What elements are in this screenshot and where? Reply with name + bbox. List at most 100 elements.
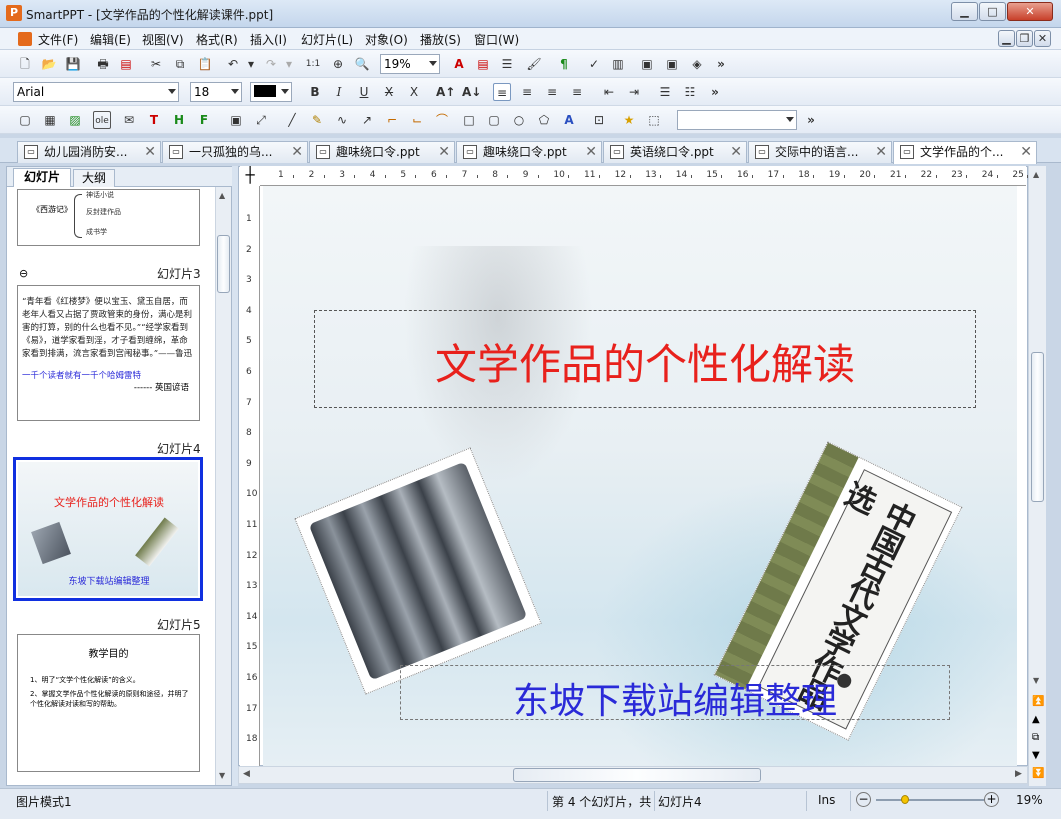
outdent-icon[interactable]: ⇤ [600, 83, 618, 101]
font-select[interactable]: Arial [13, 82, 179, 102]
envelope-icon[interactable]: ✉ [120, 111, 138, 129]
title-placeholder[interactable]: 文学作品的个性化解读 [314, 310, 976, 408]
toolbar-more-icon[interactable]: » [802, 111, 820, 129]
cut-icon[interactable]: ✂ [147, 55, 165, 73]
scroll-left-icon[interactable]: ◀ [243, 769, 250, 779]
open-folder-icon[interactable]: 📂 [40, 55, 58, 73]
align-right-icon[interactable]: ≡ [543, 83, 561, 101]
bullet-list-icon[interactable]: ☰ [656, 83, 674, 101]
zoom-select[interactable]: 19% [380, 54, 440, 74]
group-icon[interactable]: ⊡ [590, 111, 608, 129]
paste-icon[interactable]: 📋 [196, 55, 214, 73]
last-slide-icon[interactable]: ⏬ [1032, 768, 1044, 779]
doc-tab-2[interactable]: ▭ 一只孤独的乌... ✕ [162, 141, 308, 163]
underline-button[interactable]: U [355, 83, 373, 101]
scroll-thumb[interactable] [1031, 352, 1044, 502]
undo-icon[interactable]: ↶ [224, 55, 242, 73]
line-icon[interactable]: ╱ [283, 111, 301, 129]
close-tab-icon[interactable]: ✕ [1020, 142, 1032, 162]
ellipse-icon[interactable]: ○ [510, 111, 528, 129]
font-size-select[interactable]: 18 [190, 82, 242, 102]
mdi-close-button[interactable]: ✕ [1034, 30, 1051, 47]
grow-font-icon[interactable]: A↑ [436, 83, 455, 101]
menu-file[interactable]: 文件(F) [38, 31, 78, 48]
star-icon[interactable]: ★ [620, 111, 638, 129]
connector-icon[interactable]: ⌐ [383, 111, 401, 129]
bold-button[interactable]: B [306, 83, 324, 101]
next-slide-icon[interactable]: ▼ [1032, 750, 1040, 761]
mdi-minimize-button[interactable]: ▁ [998, 30, 1015, 47]
redo-dropdown-icon[interactable]: ▾ [284, 55, 294, 73]
menu-play[interactable]: 播放(S) [420, 31, 461, 48]
tab-outline[interactable]: 大纲 [73, 169, 115, 187]
save-icon[interactable]: 💾 [64, 55, 82, 73]
toolbar-more-icon[interactable]: » [706, 83, 724, 101]
strikethrough-button[interactable]: X [380, 83, 398, 101]
doc-tab-5[interactable]: ▭ 英语绕口令.ppt ✕ [603, 141, 747, 163]
select-object-icon[interactable]: ⬚ [645, 111, 663, 129]
menu-object[interactable]: 对象(O) [365, 31, 408, 48]
text-box-icon[interactable]: A [450, 55, 468, 73]
page-icon[interactable]: ▣ [663, 55, 681, 73]
picture-icon[interactable]: ▨ [66, 111, 84, 129]
previous-slide-icon[interactable]: ▲ [1032, 714, 1040, 725]
slide-thumbnail-3[interactable]: “青年看《红楼梦》便以宝玉、黛玉自居，而老年人看又占据了贾政管束的身份，满心是利… [17, 285, 200, 421]
first-slide-icon[interactable]: ⏫ [1032, 696, 1044, 707]
justify-icon[interactable]: ≡ [568, 83, 586, 101]
italic-button[interactable]: I [330, 83, 348, 101]
close-tab-icon[interactable]: ✕ [730, 142, 742, 162]
align-left-icon[interactable]: ≡ [493, 83, 511, 101]
slide-thumbnail-4-selected[interactable]: 文学作品的个性化解读 东坡下载站编辑整理 [13, 457, 203, 601]
chart-icon[interactable]: ▥ [609, 55, 627, 73]
menu-format[interactable]: 格式(R) [196, 31, 238, 48]
editor-horizontal-scrollbar[interactable]: ◀ ▶ [238, 766, 1028, 784]
paragraph-marks-icon[interactable]: ¶ [555, 55, 573, 73]
scroll-up-icon[interactable]: ▲ [219, 191, 225, 200]
editor-vertical-scrollbar[interactable]: ▲ ▼ ⏫ ▲ ⧉ ▼ ⏬ [1028, 166, 1046, 786]
numbered-list-icon[interactable]: ☷ [681, 83, 699, 101]
text-frame-icon[interactable]: T [145, 111, 163, 129]
color-select[interactable] [250, 82, 292, 102]
scroll-thumb[interactable] [217, 235, 230, 293]
toolbar-more-icon[interactable]: » [712, 55, 730, 73]
close-tab-icon[interactable]: ✕ [585, 142, 597, 162]
print-icon[interactable]: 🖶 [94, 55, 112, 73]
zoom-out-button[interactable]: − [856, 792, 871, 807]
clear-format-button[interactable]: X [405, 83, 423, 101]
doc-tab-7[interactable]: ▭ 文学作品的个... ✕ [893, 141, 1037, 164]
menu-slide[interactable]: 幻灯片(L) [301, 31, 353, 48]
zoom-slider-knob[interactable] [901, 795, 909, 804]
elbow-connector-icon[interactable]: ⌙ [408, 111, 426, 129]
align-center-icon[interactable]: ≡ [518, 83, 536, 101]
doc-tab-4[interactable]: ▭ 趣味绕口令.ppt ✕ [456, 141, 602, 163]
page-setup-icon[interactable]: 1:1 [304, 55, 322, 73]
slide-view-icon[interactable]: ⧉ [1032, 732, 1039, 743]
copy-icon[interactable]: ⧉ [171, 55, 189, 73]
tab-slides[interactable]: 幻灯片 [13, 168, 71, 187]
format-painter-icon[interactable]: 🖌 [525, 55, 543, 73]
subtitle-placeholder[interactable]: 东坡下载站编辑整理 [400, 665, 950, 722]
close-tab-icon[interactable]: ✕ [291, 142, 303, 162]
footer-frame-icon[interactable]: F [195, 111, 213, 129]
doc-tab-3[interactable]: ▭ 趣味绕口令.ppt ✕ [309, 141, 455, 163]
template-icon[interactable]: ▣ [638, 55, 656, 73]
new-file-icon[interactable]: 🗋 [16, 55, 34, 73]
menu-insert[interactable]: 插入(I) [250, 31, 287, 48]
frame-icon[interactable]: ▢ [16, 111, 34, 129]
minimize-button[interactable]: ▁ [951, 2, 978, 21]
mdi-restore-button[interactable]: ❐ [1016, 30, 1033, 47]
shrink-font-icon[interactable]: A↓ [462, 83, 481, 101]
thumbnails-scrollbar[interactable]: ▲ ▼ [215, 187, 231, 785]
slide-thumbnail-2[interactable]: 《西游记》 神话小说 反封建作品 成书学 [17, 189, 200, 246]
undo-dropdown-icon[interactable]: ▾ [246, 55, 256, 73]
table-icon[interactable]: ▦ [41, 111, 59, 129]
curve-icon[interactable]: ∿ [333, 111, 351, 129]
scroll-down-icon[interactable]: ▼ [1033, 676, 1039, 685]
header-frame-icon[interactable]: H [170, 111, 188, 129]
pdf-icon[interactable]: ▤ [117, 55, 135, 73]
close-tab-icon[interactable]: ✕ [144, 142, 156, 162]
maximize-button[interactable]: □ [979, 2, 1006, 21]
pen-icon[interactable]: ✎ [308, 111, 326, 129]
menu-view[interactable]: 视图(V) [142, 31, 184, 48]
scroll-thumb[interactable] [513, 768, 761, 782]
